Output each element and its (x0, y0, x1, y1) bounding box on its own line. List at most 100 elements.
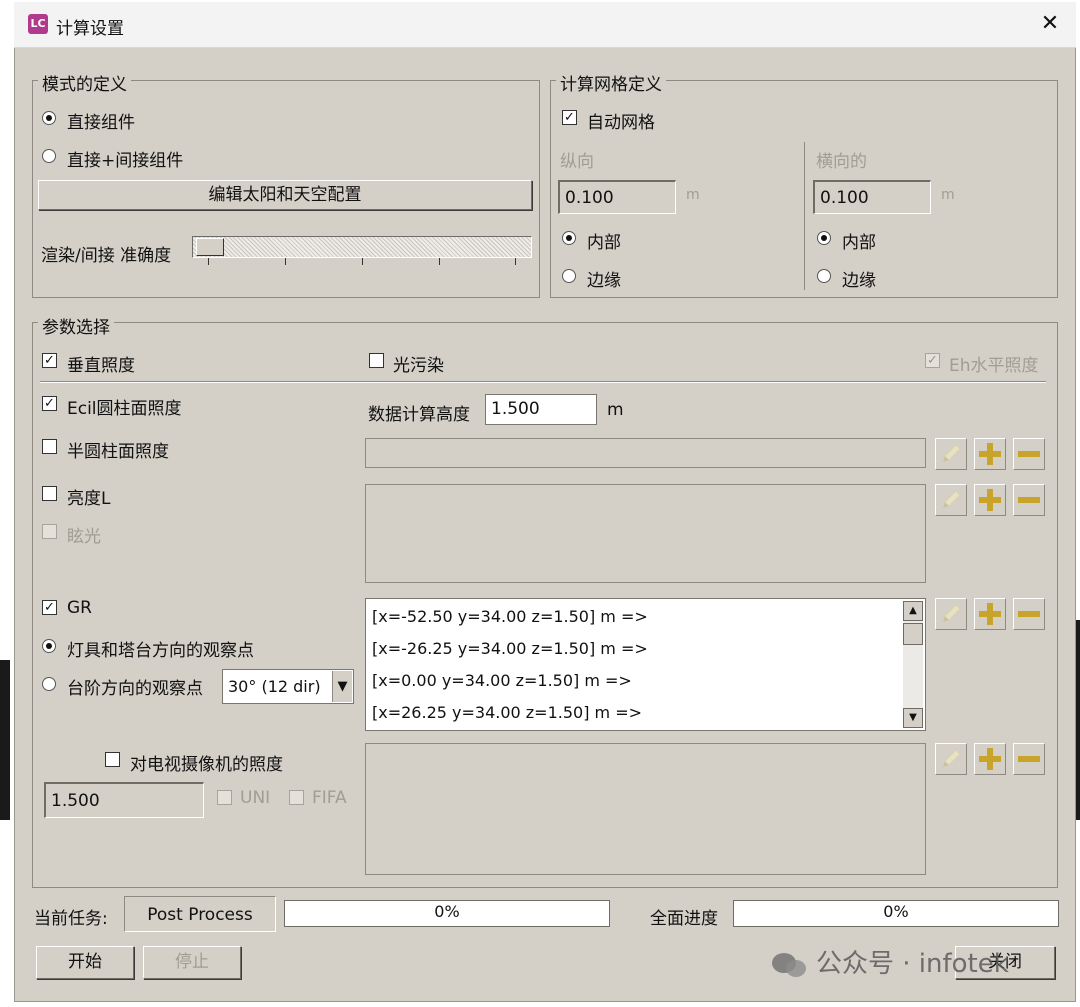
watermark: 公众号 · infotek (772, 946, 1009, 982)
accuracy-slider-thumb[interactable] (196, 238, 224, 256)
tv-camera-checkbox[interactable] (105, 752, 120, 767)
left-edge-strip (0, 660, 10, 820)
light-pollution-checkbox[interactable] (369, 353, 384, 368)
current-task-label: 当前任务: (34, 909, 108, 929)
transverse-unit: m (941, 187, 955, 203)
edit-pencil-icon[interactable] (935, 438, 967, 470)
radio-direct-indirect[interactable] (42, 149, 56, 163)
gr-point-list[interactable]: [x=-52.50 y=34.00 z=1.50] m => [x=-26.25… (365, 598, 926, 731)
list-item[interactable]: [x=0.00 y=34.00 z=1.50] m => (372, 671, 632, 690)
transverse-inner-radio[interactable] (817, 231, 831, 245)
semi-cyl-checkbox[interactable] (42, 439, 57, 454)
gr-radio-steps-label: 台阶方向的观察点 (67, 679, 203, 699)
longitudinal-inner-radio[interactable] (562, 231, 576, 245)
edit-sun-sky-button[interactable]: 编辑太阳和天空配置 (38, 180, 532, 210)
gr-radio-steps[interactable] (42, 677, 56, 691)
calc-height-unit: m (607, 400, 624, 420)
semi-cyl-list[interactable] (365, 438, 926, 468)
remove-minus-icon[interactable] (1013, 438, 1045, 470)
scroll-up-icon[interactable]: ▲ (903, 601, 923, 621)
gr-checkbox[interactable]: ✓ (42, 600, 57, 615)
semi-cyl-label: 半圆柱面照度 (67, 442, 169, 462)
tv-camera-label: 对电视摄像机的照度 (130, 755, 283, 775)
start-button[interactable]: 开始 (36, 946, 134, 979)
edit-pencil-icon[interactable] (935, 743, 967, 775)
luminance-checkbox[interactable] (42, 486, 57, 501)
edit-pencil-icon[interactable] (935, 598, 967, 630)
transverse-edge-label: 边缘 (842, 271, 876, 291)
uni-checkbox[interactable] (217, 790, 232, 805)
edit-pencil-icon[interactable] (935, 484, 967, 516)
stop-button[interactable]: 停止 (143, 946, 241, 979)
dropdown-arrow-icon[interactable]: ▼ (332, 671, 352, 702)
list-scrollbar[interactable]: ▲ ▼ (903, 601, 923, 728)
task-progress-bar: 0% (284, 900, 610, 927)
window-title: 计算设置 (56, 19, 124, 39)
add-plus-icon[interactable] (974, 743, 1006, 775)
glare-checkbox[interactable] (42, 524, 57, 539)
tv-camera-list[interactable] (365, 743, 926, 875)
eh-horizontal-label: Eh水平照度 (949, 356, 1039, 376)
radio-direct-indirect-label: 直接+间接组件 (67, 151, 184, 171)
mode-group-legend: 模式的定义 (38, 70, 131, 95)
scroll-down-icon[interactable]: ▼ (903, 708, 923, 728)
longitudinal-spacing-field[interactable]: 0.100 (558, 180, 676, 214)
radio-direct[interactable] (42, 111, 56, 125)
longitudinal-edge-radio[interactable] (562, 269, 576, 283)
accuracy-ticks (208, 258, 520, 266)
radio-direct-label: 直接组件 (67, 113, 135, 133)
luminance-label: 亮度L (67, 489, 111, 509)
scroll-thumb[interactable] (903, 623, 923, 645)
fifa-checkbox[interactable] (289, 790, 304, 805)
title-bar (14, 2, 1076, 48)
grid-divider (804, 142, 805, 290)
app-icon: LC (28, 14, 48, 34)
overall-progress-bar: 0% (733, 900, 1059, 927)
list-item[interactable]: [x=26.25 y=34.00 z=1.50] m => (372, 703, 642, 722)
calc-height-label: 数据计算高度 (368, 405, 470, 425)
add-plus-icon[interactable] (974, 438, 1006, 470)
longitudinal-label: 纵向 (560, 152, 594, 172)
gr-label: GR (67, 598, 92, 618)
auto-grid-checkbox[interactable]: ✓ (562, 110, 577, 125)
transverse-edge-radio[interactable] (817, 269, 831, 283)
close-icon[interactable]: ✕ (1030, 8, 1070, 40)
overall-progress-label: 全面进度 (650, 909, 718, 929)
params-separator-light (40, 382, 1046, 383)
current-task-value: Post Process (124, 896, 276, 932)
add-plus-icon[interactable] (974, 484, 1006, 516)
gr-radio-luminaire[interactable] (42, 639, 56, 653)
transverse-label: 横向的 (816, 152, 867, 172)
ecil-label: Ecil圆柱面照度 (67, 399, 182, 419)
remove-minus-icon[interactable] (1013, 598, 1045, 630)
tv-camera-value-field[interactable]: 1.500 (44, 782, 204, 818)
longitudinal-unit: m (686, 187, 700, 203)
wechat-icon (772, 951, 808, 979)
grid-group-legend: 计算网格定义 (556, 70, 666, 95)
transverse-inner-label: 内部 (842, 233, 876, 253)
light-pollution-label: 光污染 (393, 356, 444, 376)
transverse-spacing-field[interactable]: 0.100 (813, 180, 931, 214)
fifa-label: FIFA (312, 788, 347, 808)
auto-grid-label: 自动网格 (587, 113, 655, 133)
accuracy-label: 渲染/间接 准确度 (41, 246, 172, 266)
gr-direction-select[interactable]: 30° (12 dir) ▼ (222, 669, 354, 704)
list-item[interactable]: [x=-52.50 y=34.00 z=1.50] m => (372, 607, 648, 626)
list-item[interactable]: [x=-26.25 y=34.00 z=1.50] m => (372, 639, 648, 658)
accuracy-slider-track[interactable] (192, 236, 532, 258)
eh-horizontal-checkbox[interactable]: ✓ (925, 353, 940, 368)
add-plus-icon[interactable] (974, 598, 1006, 630)
ecil-checkbox[interactable]: ✓ (42, 396, 57, 411)
longitudinal-inner-label: 内部 (587, 233, 621, 253)
calc-height-field[interactable]: 1.500 (485, 394, 597, 425)
vertical-illuminance-checkbox[interactable]: ✓ (42, 353, 57, 368)
uni-label: UNI (240, 788, 271, 808)
luminance-list[interactable] (365, 484, 926, 583)
longitudinal-edge-label: 边缘 (587, 271, 621, 291)
remove-minus-icon[interactable] (1013, 484, 1045, 516)
params-group-legend: 参数选择 (38, 313, 114, 338)
vertical-illuminance-label: 垂直照度 (67, 356, 135, 376)
watermark-text: 公众号 · infotek (816, 949, 1009, 979)
remove-minus-icon[interactable] (1013, 743, 1045, 775)
gr-radio-luminaire-label: 灯具和塔台方向的观察点 (67, 641, 254, 661)
